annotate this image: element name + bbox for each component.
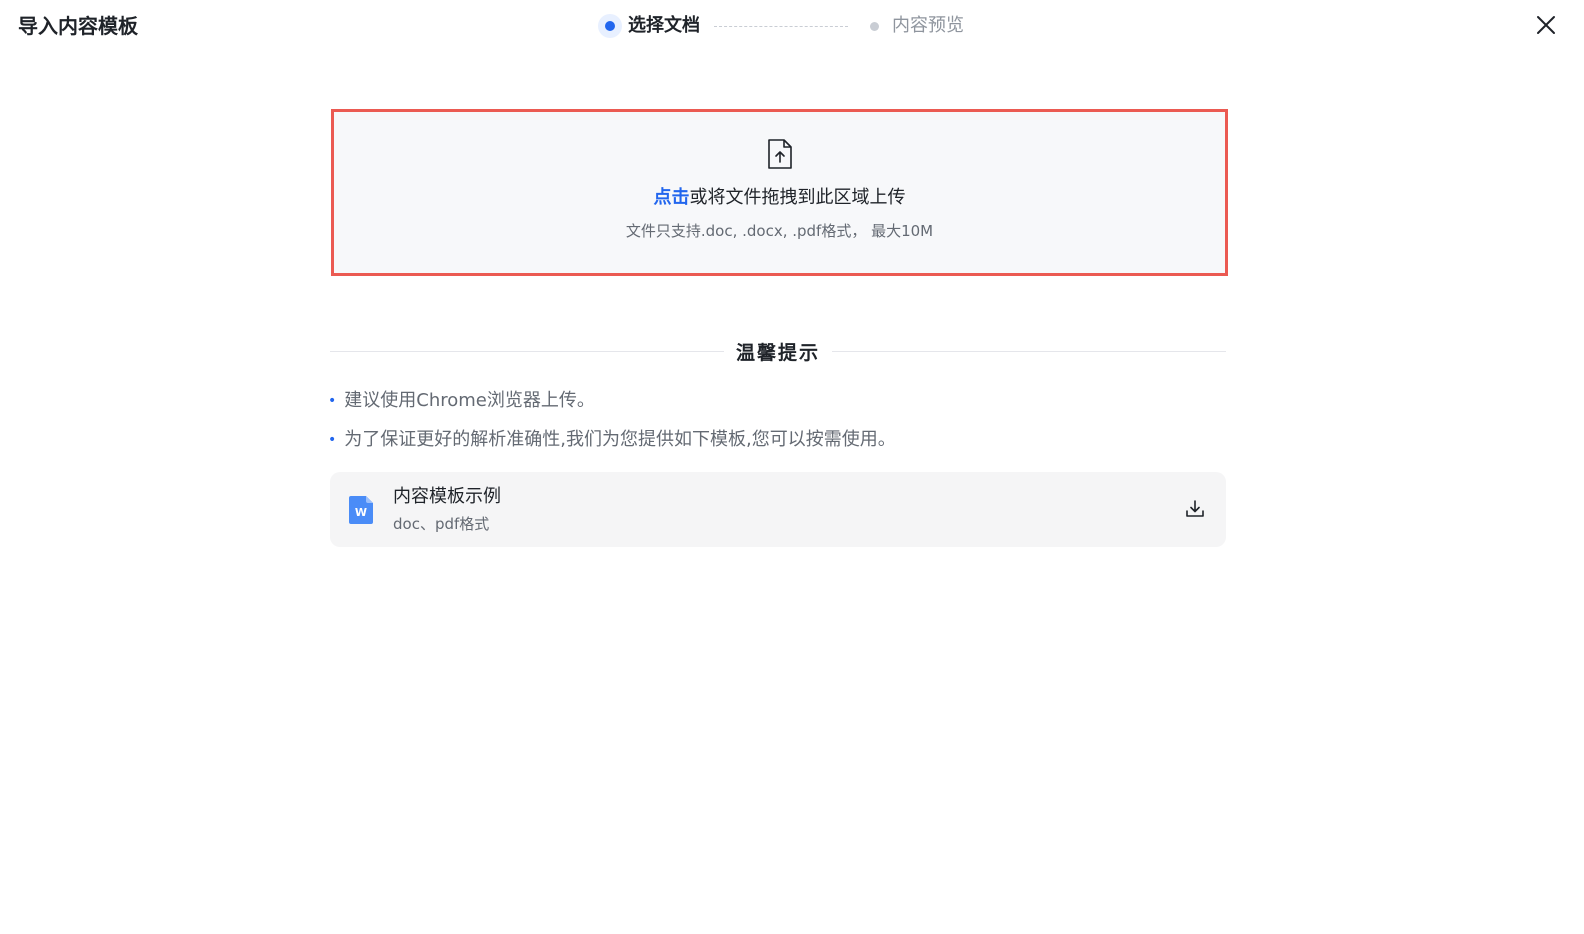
template-format: doc、pdf格式 [393,515,490,533]
step-active-dot-icon [598,14,622,38]
bullet-icon: • [328,393,337,409]
step-content-preview: 内容预览 [862,14,964,38]
import-template-dialog: 导入内容模板 选择文档 内容预览 点击或将文件拖拽到此区域上传 文件只支持.do… [0,0,1584,934]
tip-item: • 为了保证更好的解析准确性,我们为您提供如下模板,您可以按需使用。 [328,427,896,453]
close-icon [1537,16,1555,34]
template-name: 内容模板示例 [393,486,501,507]
tips-divider: 温馨提示 [330,337,1227,365]
word-icon-letter: W [355,506,367,519]
close-button[interactable] [1534,13,1558,37]
step-label: 内容预览 [892,15,964,36]
download-icon [1186,500,1204,517]
download-template-button[interactable] [1184,498,1206,520]
step-select-document: 选择文档 [598,14,700,38]
step-label: 选择文档 [628,15,700,36]
tip-text: 为了保证更好的解析准确性,我们为您提供如下模板,您可以按需使用。 [344,429,896,450]
divider-line [330,350,724,352]
file-upload-icon [768,139,792,169]
upload-format-hint: 文件只支持.doc, .docx, .pdf格式， 最大10M [625,222,934,240]
tip-text: 建议使用Chrome浏览器上传。 [344,390,595,411]
upload-click-link[interactable]: 点击 [654,187,690,208]
stepper: 选择文档 内容预览 [598,10,964,42]
tip-item: • 建议使用Chrome浏览器上传。 [328,388,595,414]
divider-line [832,350,1227,352]
upload-instruction: 点击或将文件拖拽到此区域上传 [334,185,1225,211]
template-example-card: W 内容模板示例 doc、pdf格式 [330,472,1226,547]
bullet-icon: • [328,432,337,448]
tips-title: 温馨提示 [736,341,821,364]
word-document-icon: W [349,496,373,524]
step-connector [714,25,848,27]
step-pending-dot-icon [862,14,886,38]
file-upload-dropzone[interactable]: 点击或将文件拖拽到此区域上传 文件只支持.doc, .docx, .pdf格式，… [331,109,1228,276]
upload-drag-text: 或将文件拖拽到此区域上传 [689,187,906,208]
dialog-title: 导入内容模板 [18,14,138,38]
